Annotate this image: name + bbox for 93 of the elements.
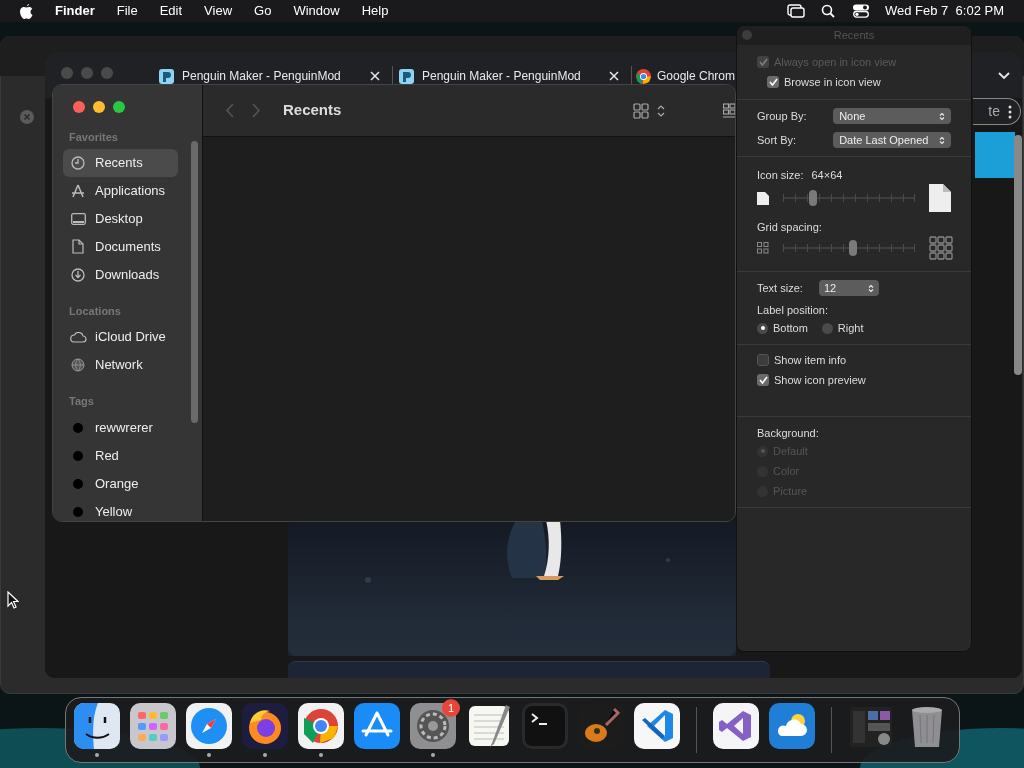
menu-item[interactable]: File xyxy=(116,1,138,21)
page-banner xyxy=(975,132,1015,178)
view-grid-icon[interactable] xyxy=(633,102,665,119)
cloud-sun-icon[interactable] xyxy=(769,703,815,749)
code-editor-icon[interactable] xyxy=(634,703,680,749)
menu-item[interactable]: Edit xyxy=(159,1,183,21)
text-size-dropdown[interactable]: 12 xyxy=(819,280,879,296)
chrome-logo-icon[interactable] xyxy=(298,703,344,749)
sidebar-item[interactable]: Red xyxy=(63,441,178,470)
finder-face-icon[interactable] xyxy=(74,703,120,749)
notification-badge: 1 xyxy=(442,699,460,717)
fox-globe-icon[interactable] xyxy=(242,703,288,749)
zoom-button[interactable] xyxy=(113,101,125,113)
sidebar-item[interactable]: Downloads xyxy=(63,260,178,289)
section-heading: Locations xyxy=(68,303,122,319)
sidebar-item[interactable]: Network xyxy=(63,351,178,379)
notepad-pen-icon[interactable] xyxy=(466,703,512,749)
display-icon xyxy=(70,212,86,225)
window-title: Recents xyxy=(283,100,343,121)
field-label: Sort By: xyxy=(757,132,798,148)
mouse-pointer-icon xyxy=(7,591,19,609)
download-icon xyxy=(71,267,85,282)
cloud-icon xyxy=(69,331,87,343)
tag-dot-icon xyxy=(73,506,83,517)
stepper-icon xyxy=(939,135,945,145)
menu-item[interactable]: View xyxy=(204,1,233,21)
slider-thumb[interactable] xyxy=(848,240,857,256)
menu-bar-clock[interactable]: Wed Feb 7 6:02 PM xyxy=(885,1,1004,21)
checkbox[interactable]: Show icon preview xyxy=(757,370,951,390)
sidebar-item[interactable]: rewwrerer xyxy=(63,413,178,442)
field-label: Group By: xyxy=(757,108,808,124)
stepper-icon xyxy=(868,283,874,293)
sidebar-item[interactable]: iCloud Drive xyxy=(63,323,178,351)
icon-size-value: 64×64 xyxy=(811,167,843,183)
sidebar-item[interactable]: Documents xyxy=(63,232,178,261)
field-label: Grid spacing: xyxy=(757,220,823,233)
infinity-logo-icon[interactable] xyxy=(713,703,759,749)
globe-icon xyxy=(71,358,85,372)
sidebar-item[interactable]: Orange xyxy=(63,469,178,498)
checkbox[interactable]: Show item info xyxy=(757,350,951,370)
scrollbar-thumb[interactable] xyxy=(191,141,198,423)
close-tab-icon[interactable] xyxy=(609,71,619,81)
app-grid-icon[interactable] xyxy=(130,703,176,749)
site-favicon-icon xyxy=(159,68,174,84)
field-label: Label position: xyxy=(757,303,829,316)
large-grid-icon xyxy=(929,236,953,260)
tag-dot-icon xyxy=(73,478,83,489)
sidebar-item[interactable]: Yellow xyxy=(63,497,178,521)
field-label: Text size: xyxy=(757,280,804,296)
sidebar-item[interactable]: Applications xyxy=(63,176,178,205)
chrome-logo-icon xyxy=(636,68,651,84)
checkmark-icon xyxy=(758,58,768,66)
menu-item[interactable]: Go xyxy=(254,1,272,21)
tag-dot-icon xyxy=(73,450,83,461)
chevron-down-icon[interactable] xyxy=(998,72,1010,80)
large-document-icon xyxy=(929,184,951,212)
close-tab-icon[interactable] xyxy=(370,71,380,81)
radio-button[interactable]: Right xyxy=(821,318,864,338)
scrollbar-thumb[interactable] xyxy=(1014,135,1022,375)
apple-logo-icon[interactable] xyxy=(20,3,33,19)
terminal-icon[interactable] xyxy=(522,703,568,749)
more-icon[interactable] xyxy=(1008,104,1012,119)
slider-thumb[interactable] xyxy=(809,190,818,206)
site-favicon-icon xyxy=(399,68,414,84)
close-button[interactable] xyxy=(73,101,85,113)
app-store-icon[interactable] xyxy=(354,703,400,749)
page-button[interactable]: te xyxy=(973,98,1021,125)
menu-item[interactable]: Finder xyxy=(55,1,95,21)
tag-dot-icon xyxy=(73,422,83,433)
gear-icon[interactable] xyxy=(410,703,456,749)
browser-tab[interactable]: Penguin Maker - PenguinMod xyxy=(153,66,392,86)
slider-track[interactable] xyxy=(783,241,915,255)
search-icon[interactable] xyxy=(821,4,835,18)
control-center-icon[interactable] xyxy=(853,4,869,18)
document-icon xyxy=(72,239,84,254)
sidebar-item[interactable]: Recents xyxy=(63,148,178,177)
section-heading: Favorites xyxy=(68,130,119,145)
stepper-icon xyxy=(939,111,945,121)
clock-icon xyxy=(71,155,85,170)
menu-item[interactable]: Window xyxy=(293,1,340,21)
field-label: Icon size: xyxy=(757,167,804,183)
screen-mirroring-icon[interactable] xyxy=(787,4,805,18)
checkmark-icon xyxy=(758,376,768,384)
section-heading: Tags xyxy=(68,394,95,409)
sidebar-item[interactable]: Desktop xyxy=(63,204,178,233)
minimize-button[interactable] xyxy=(93,101,105,113)
group-by-dropdown[interactable]: None xyxy=(833,108,951,124)
sort-by-dropdown[interactable]: Date Last Opened xyxy=(833,132,951,148)
slider-track[interactable] xyxy=(783,191,915,205)
menu-item[interactable]: Help xyxy=(361,1,389,21)
radio-button[interactable]: Bottom xyxy=(757,318,808,338)
field-label: Background: xyxy=(757,426,820,441)
checkmark-icon xyxy=(768,78,778,86)
